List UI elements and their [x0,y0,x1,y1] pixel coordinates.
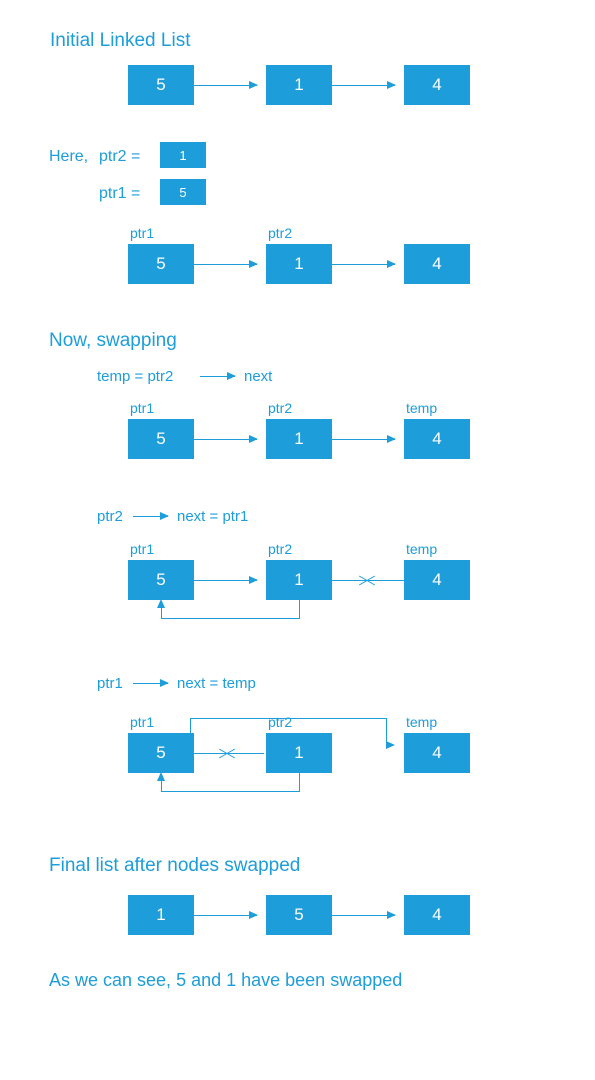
node-4: 4 [404,895,470,935]
step1-text: temp = ptr2 [97,368,173,385]
node-4: 4 [404,560,470,600]
label-temp: temp [406,400,437,416]
node-1: 1 [266,560,332,600]
node-5: 5 [128,244,194,284]
arrow [194,264,257,265]
cross-icon [358,571,376,589]
step1-next: next [244,368,272,385]
arrow [332,264,395,265]
node-1: 1 [266,419,332,459]
node-5: 5 [266,895,332,935]
node-4: 4 [404,65,470,105]
cross-icon [218,744,236,762]
loop-line [299,773,300,791]
node-5: 5 [128,65,194,105]
loop-line [161,607,162,618]
step3-ptr1: ptr1 [97,675,123,692]
arrow [332,915,395,916]
label-ptr2: ptr2 [268,225,292,241]
loop-line [161,791,300,792]
heading-initial: Initial Linked List [50,30,190,52]
node-4: 4 [404,244,470,284]
small-node-1: 1 [160,142,206,168]
label-temp: temp [406,714,437,730]
node-5: 5 [128,419,194,459]
node-1: 1 [128,895,194,935]
label-ptr1: ptr1 [130,714,154,730]
arrow [194,580,257,581]
loop-line [190,718,191,733]
arrow [194,85,257,86]
arrowhead [386,741,395,749]
arrowhead [157,772,165,781]
node-1: 1 [266,733,332,773]
text-here: Here, [49,148,88,166]
arrow [133,516,168,517]
label-temp: temp [406,541,437,557]
label-ptr1: ptr1 [130,225,154,241]
step2-next: next = ptr1 [177,508,248,525]
arrowhead [186,734,194,743]
loop-line [299,600,300,618]
step3-next: next = temp [177,675,256,692]
loop-line [161,780,162,791]
node-5: 5 [128,560,194,600]
arrow [332,85,395,86]
text-ptr2eq: ptr2 = [99,148,140,166]
loop-line [161,618,300,619]
label-ptr1: ptr1 [130,400,154,416]
label-ptr2: ptr2 [268,714,292,730]
heading-final: Final list after nodes swapped [49,855,300,877]
label-ptr1: ptr1 [130,541,154,557]
node-1: 1 [266,244,332,284]
step2-ptr2: ptr2 [97,508,123,525]
small-node-5: 5 [160,179,206,205]
arrow [194,439,257,440]
node-4: 4 [404,733,470,773]
arrow [194,915,257,916]
loop-line [190,718,386,719]
arrow [200,376,235,377]
heading-swapping: Now, swapping [49,330,177,352]
node-5: 5 [128,733,194,773]
node-4: 4 [404,419,470,459]
heading-conclusion: As we can see, 5 and 1 have been swapped [49,970,402,991]
text-ptr1eq: ptr1 = [99,185,140,203]
arrowhead [157,599,165,608]
arrow [332,439,395,440]
label-ptr2: ptr2 [268,541,292,557]
arrow [133,683,168,684]
node-1: 1 [266,65,332,105]
label-ptr2: ptr2 [268,400,292,416]
